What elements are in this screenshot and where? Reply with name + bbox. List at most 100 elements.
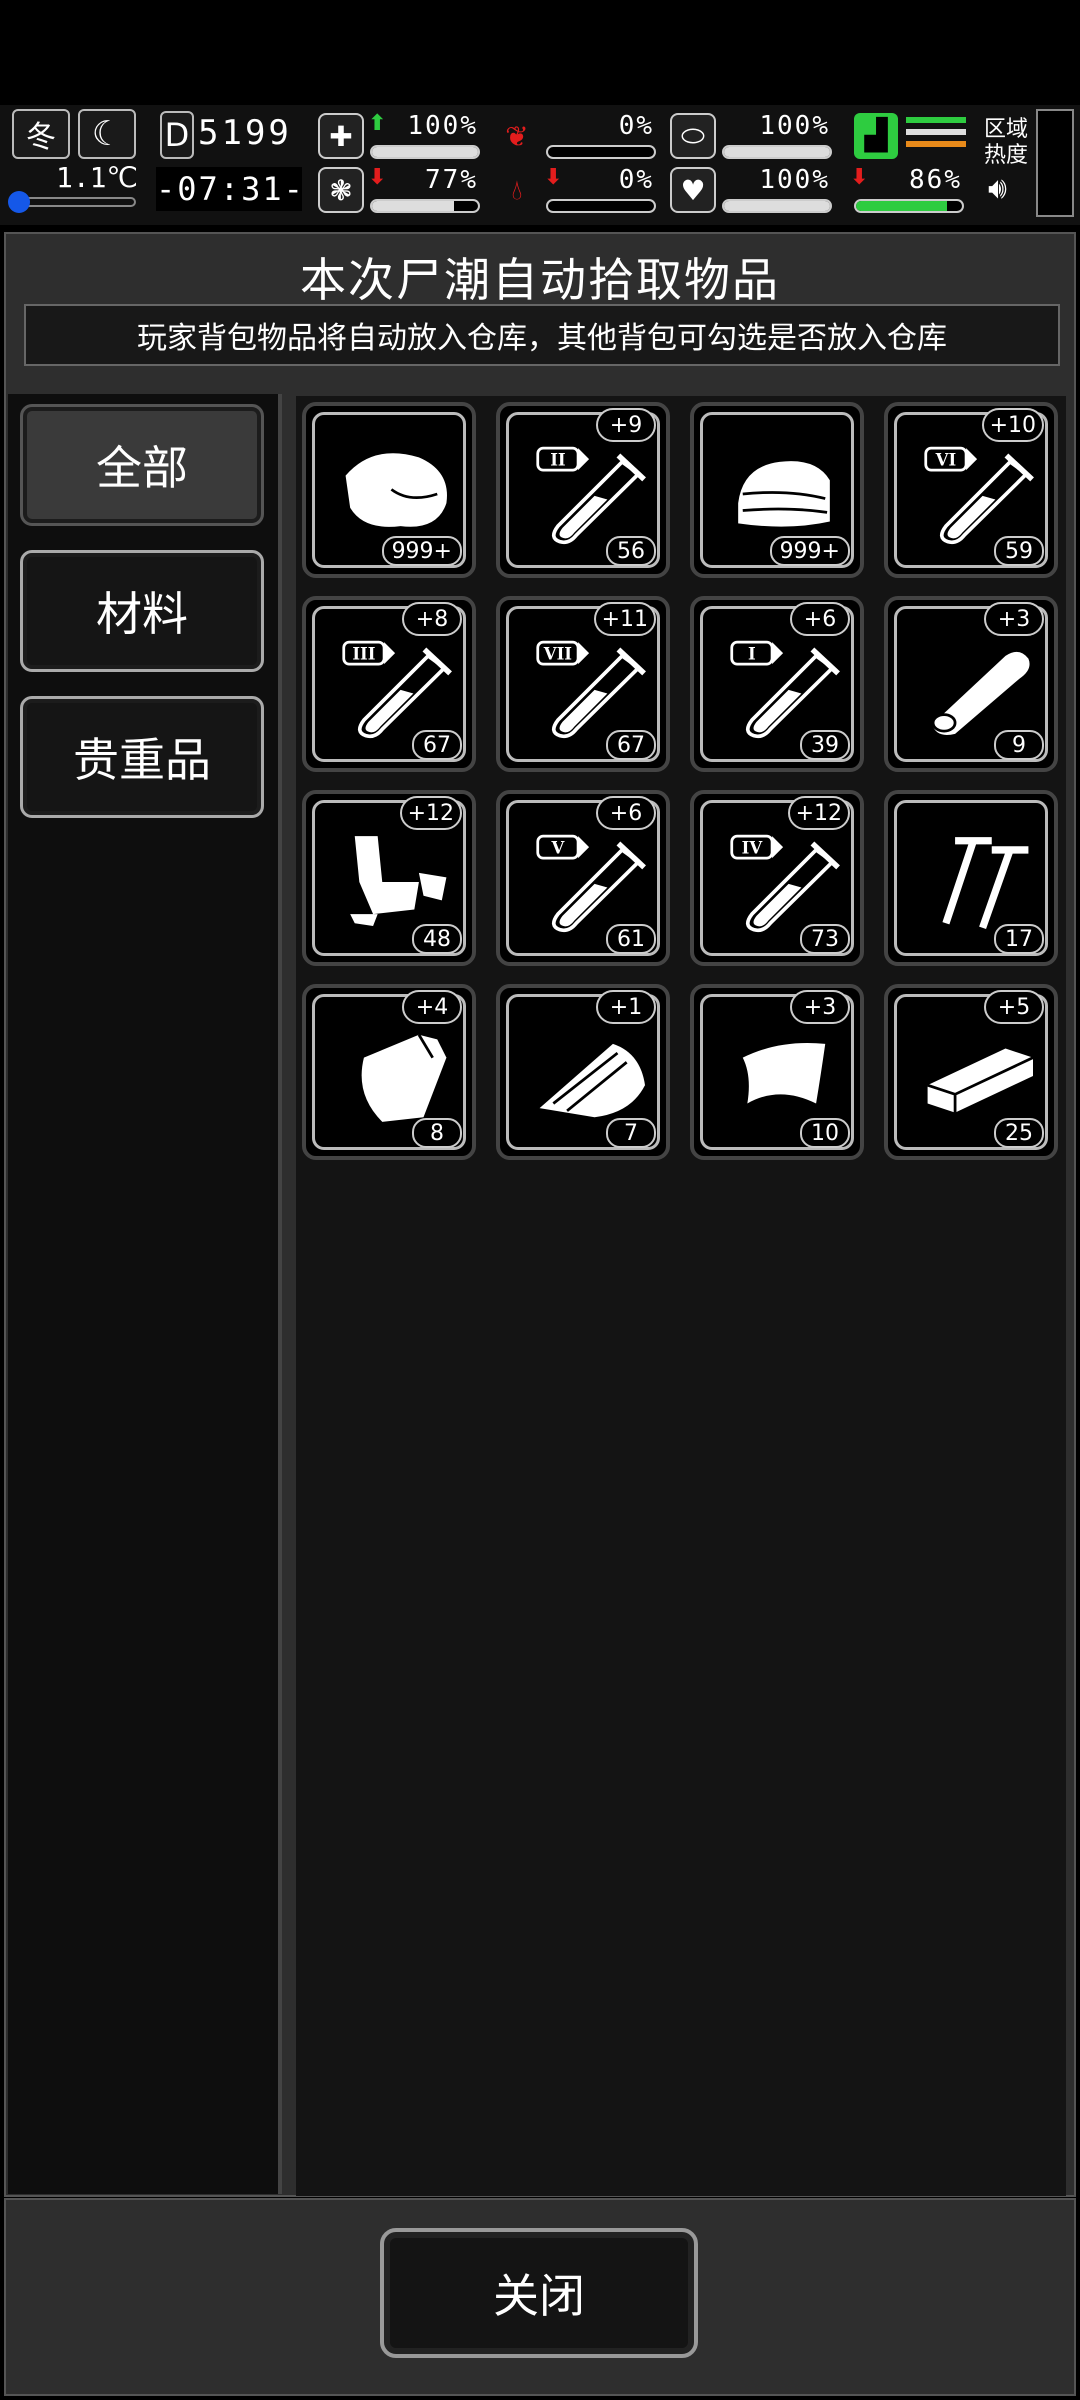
tab-all-label: 全部	[96, 441, 188, 495]
item-bonus-badge: +3	[984, 602, 1044, 636]
item-slot[interactable]: VI +10 59	[884, 402, 1058, 578]
item-count-badge: 61	[606, 924, 656, 954]
item-slot[interactable]: 999+	[690, 402, 864, 578]
item-count-badge: 7	[606, 1118, 656, 1148]
item-bonus-badge: +3	[790, 990, 850, 1024]
stripe-white	[906, 129, 966, 135]
board-icon	[927, 1048, 1034, 1113]
tab-valuables[interactable]: 贵重品	[20, 696, 264, 818]
test-tube-icon: V	[536, 834, 646, 933]
stripe-green	[906, 117, 966, 123]
brain-icon: ❃	[318, 167, 364, 213]
item-slot[interactable]: +5 25	[884, 984, 1058, 1160]
season-badge: 冬	[12, 109, 70, 159]
dialog-title: 本次尸潮自动拾取物品	[300, 253, 780, 307]
item-count-badge: 8	[412, 1118, 462, 1148]
bag-icon	[361, 1034, 447, 1122]
stat-bar-fill	[372, 147, 478, 157]
day-letter-text: D	[164, 116, 190, 154]
tab-materials[interactable]: 材料	[20, 550, 264, 672]
item-count-badge: 73	[800, 924, 850, 954]
temperature-knob	[8, 191, 30, 213]
item-bonus-badge: +6	[790, 602, 850, 636]
item-slot[interactable]: II +9 56	[496, 402, 670, 578]
temperature-value: 1.1℃	[55, 161, 138, 194]
tab-valuables-label: 贵重品	[73, 733, 211, 787]
stat-bar-fill	[724, 201, 830, 211]
svg-text:VI: VI	[935, 451, 957, 470]
item-slot[interactable]: +1 7	[496, 984, 670, 1160]
stat-heart-bar	[722, 199, 832, 213]
arrow-down-icon: ⬇	[368, 165, 387, 190]
stat-sanity-value: 77%	[425, 165, 478, 195]
stat-medicine-value: 100%	[759, 111, 830, 141]
item-count-badge: 25	[994, 1118, 1044, 1148]
item-slot[interactable]: +3 9	[884, 596, 1058, 772]
item-slot[interactable]: 17	[884, 790, 1058, 966]
svg-text:I: I	[748, 645, 756, 664]
scrap-metal-icon	[350, 836, 447, 926]
clock-time: -07:31-	[156, 167, 303, 211]
speaker-icon[interactable]: 🔊︎	[988, 171, 1007, 206]
test-tube-icon: VI	[924, 446, 1034, 545]
stat-heart-value: 100%	[759, 165, 830, 195]
dialog-subtitle: 玩家背包物品将自动放入仓库，其他背包可勾选是否放入仓库	[24, 304, 1060, 366]
auto-pickup-dialog: 本次尸潮自动拾取物品 玩家背包物品将自动放入仓库，其他背包可勾选是否放入仓库 全…	[4, 232, 1076, 2197]
item-slot[interactable]: VII +11 67	[496, 596, 670, 772]
tab-all[interactable]: 全部	[20, 404, 264, 526]
stat-blood-bar	[546, 199, 656, 213]
item-bonus-badge: +6	[596, 796, 656, 830]
item-slot[interactable]: +4 8	[302, 984, 476, 1160]
arrow-down-icon: ⬇	[850, 165, 869, 190]
test-tube-icon: III	[342, 640, 452, 739]
item-slot[interactable]: V +6 61	[496, 790, 670, 966]
item-count-badge: 9	[994, 730, 1044, 760]
item-slot[interactable]: IV +12 73	[690, 790, 864, 966]
leather-icon	[742, 1043, 826, 1104]
stat-bar-fill	[724, 147, 830, 157]
item-count-badge: 67	[606, 730, 656, 760]
category-sidebar: 全部 材料 贵重品	[8, 394, 282, 2194]
item-slot[interactable]: 999+	[302, 402, 476, 578]
temperature-slider	[8, 191, 136, 213]
test-tube-icon: I	[730, 640, 840, 739]
close-button[interactable]: 关闭	[380, 2228, 698, 2358]
arrow-down-icon: ⬇	[544, 165, 563, 190]
wood-log-icon	[931, 651, 1030, 735]
item-count-badge: 48	[412, 924, 462, 954]
stomach-icon: ❦	[505, 119, 529, 153]
blood-drop-icon: 💧︎	[511, 173, 523, 206]
item-slot[interactable]: +3 10	[690, 984, 864, 1160]
heart-icon: ♥	[670, 167, 716, 213]
meat-icon	[345, 453, 447, 527]
stat-heart: ♥ 100%	[670, 165, 838, 215]
item-slot[interactable]: III +8 67	[302, 596, 476, 772]
stat-medicine-bar	[722, 145, 832, 159]
stat-medicine: ⬭ 100%	[670, 111, 838, 161]
svg-text:III: III	[352, 645, 375, 664]
item-bonus-badge: +11	[593, 602, 656, 636]
zone-heat-meter	[1036, 109, 1074, 217]
stat-bar-fill	[856, 201, 948, 211]
item-bonus-badge: +10	[981, 408, 1044, 442]
svg-text:II: II	[550, 451, 565, 470]
cloth-icon	[738, 461, 830, 527]
item-bonus-badge: +4	[402, 990, 462, 1024]
item-slot[interactable]: +12 48	[302, 790, 476, 966]
status-bar: 冬 ☾ 1.1℃ D 5199 -07:31- ✚ ⬆ 100% ❦ 0% ⬭ …	[0, 105, 1080, 225]
stat-hunger-bar	[546, 145, 656, 159]
stat-stamina-value: 86%	[909, 165, 962, 195]
item-grid: 999+ II +9 56 999+ VI +10 59 III +8 67 VII +11 67 I +6 3…	[296, 396, 1066, 2196]
zone-heat-label: 区域热度	[984, 117, 1029, 168]
stripe-orange	[906, 141, 966, 147]
item-bonus-badge: +5	[984, 990, 1044, 1024]
arrow-up-icon: ⬆	[368, 111, 387, 136]
item-count-badge: 67	[412, 730, 462, 760]
item-bonus-badge: +12	[787, 796, 850, 830]
medkit-icon: ✚	[318, 113, 364, 159]
stat-health: ✚ ⬆ 100%	[318, 111, 486, 161]
test-tube-icon: VII	[536, 640, 646, 739]
item-count-badge: 999+	[381, 536, 462, 566]
item-slot[interactable]: I +6 39	[690, 596, 864, 772]
item-bonus-badge: +12	[399, 796, 462, 830]
